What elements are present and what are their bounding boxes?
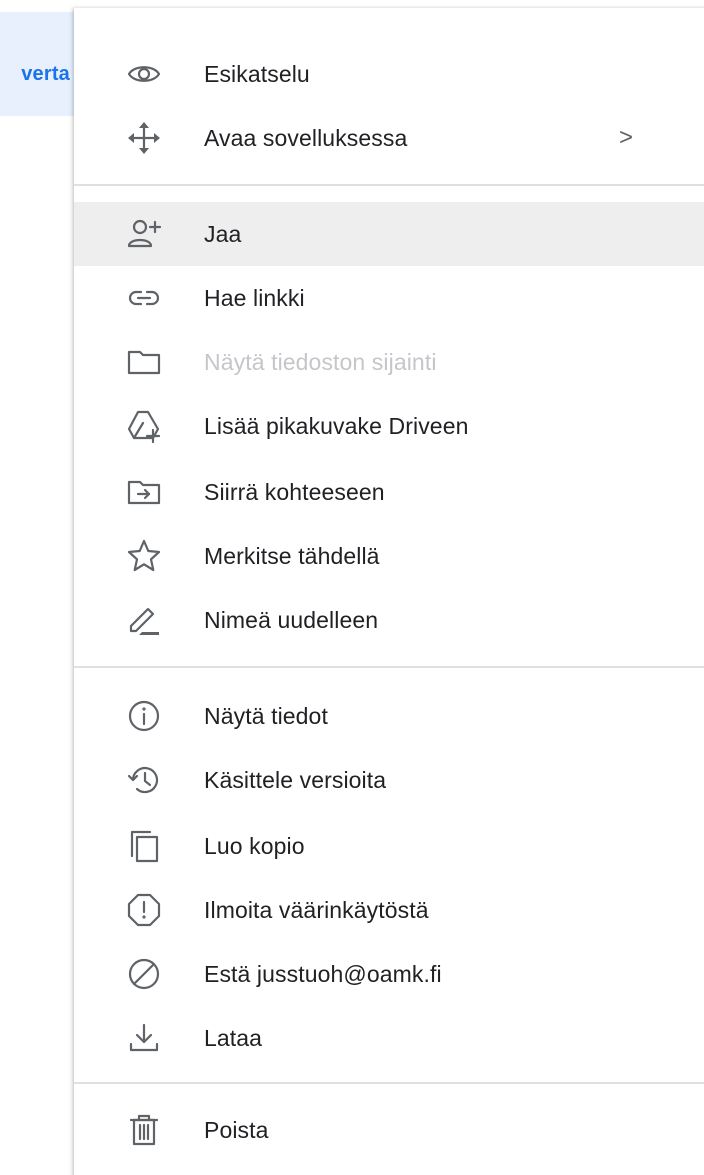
menu-item-label: Lataa <box>204 1024 263 1051</box>
eye-icon <box>126 56 162 92</box>
menu-item-label: Näytä tiedot <box>204 702 328 729</box>
menu-item-label: Ilmoita väärinkäytöstä <box>204 896 429 923</box>
menu-divider <box>74 1082 704 1084</box>
info-icon <box>126 698 162 734</box>
report-icon <box>126 892 162 928</box>
menu-item-move-to[interactable]: Siirrä kohteeseen <box>74 460 704 524</box>
menu-item-add-shortcut[interactable]: Lisää pikakuvake Driveen <box>74 394 704 458</box>
menu-item-versions[interactable]: Käsittele versioita <box>74 748 704 812</box>
link-icon <box>126 280 162 316</box>
person-add-icon <box>126 216 162 252</box>
menu-item-label: Nimeä uudelleen <box>204 606 379 633</box>
chevron-right-icon: > <box>619 124 634 151</box>
menu-item-block-user[interactable]: Estä jusstuoh@oamk.fi <box>74 942 704 1006</box>
context-menu: Esikatselu Avaa sovelluksessa > Jaa Hae … <box>74 8 704 1175</box>
menu-item-show-location[interactable]: Näytä tiedoston sijainti <box>74 330 704 394</box>
menu-item-details[interactable]: Näytä tiedot <box>74 684 704 748</box>
menu-item-copy[interactable]: Luo kopio <box>74 814 704 878</box>
menu-item-label: Jaa <box>204 220 242 247</box>
menu-divider <box>74 666 704 668</box>
menu-item-download[interactable]: Lataa <box>74 1006 704 1070</box>
menu-item-label: Esikatselu <box>204 60 310 87</box>
screen: verta Esikatselu Avaa sovelluksessa > Ja… <box>0 0 704 1175</box>
menu-item-label: Luo kopio <box>204 832 305 859</box>
menu-item-label: Näytä tiedoston sijainti <box>204 348 437 375</box>
menu-item-label: Lisää pikakuvake Driveen <box>204 412 469 439</box>
menu-item-get-link[interactable]: Hae linkki <box>74 266 704 330</box>
menu-divider <box>74 184 704 186</box>
trash-icon <box>126 1112 162 1148</box>
folder-move-icon <box>126 474 162 510</box>
menu-item-preview[interactable]: Esikatselu <box>74 42 704 106</box>
menu-item-label: Merkitse tähdellä <box>204 542 380 569</box>
drive-shortcut-add-icon <box>126 408 162 444</box>
menu-item-label: Hae linkki <box>204 284 305 311</box>
menu-item-rename[interactable]: Nimeä uudelleen <box>74 588 704 652</box>
menu-item-label: Käsittele versioita <box>204 766 387 793</box>
menu-item-star[interactable]: Merkitse tähdellä <box>74 524 704 588</box>
menu-item-label: Siirrä kohteeseen <box>204 478 385 505</box>
pencil-icon <box>126 602 162 638</box>
menu-item-label: Poista <box>204 1116 269 1143</box>
move-arrows-icon <box>126 120 162 156</box>
menu-item-open-with[interactable]: Avaa sovelluksessa > <box>74 106 704 170</box>
star-icon <box>126 538 162 574</box>
background-tab-label: verta <box>21 63 70 85</box>
menu-item-label: Estä jusstuoh@oamk.fi <box>204 960 442 987</box>
folder-icon <box>126 344 162 380</box>
menu-item-share[interactable]: Jaa <box>74 202 704 266</box>
menu-item-report-abuse[interactable]: Ilmoita väärinkäytöstä <box>74 878 704 942</box>
menu-item-label: Avaa sovelluksessa <box>204 124 408 151</box>
menu-item-delete[interactable]: Poista <box>74 1098 704 1162</box>
history-icon <box>126 762 162 798</box>
block-icon <box>126 956 162 992</box>
copy-icon <box>126 828 162 864</box>
download-icon <box>126 1020 162 1056</box>
